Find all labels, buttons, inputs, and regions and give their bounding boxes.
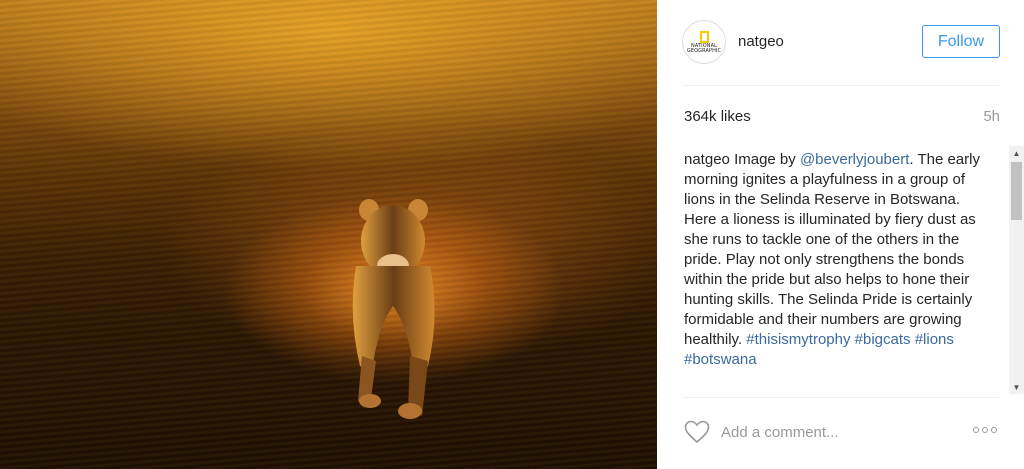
heart-icon[interactable] bbox=[684, 420, 710, 444]
header-divider bbox=[683, 85, 999, 86]
avatar[interactable]: NATIONAL GEOGRAPHIC bbox=[682, 20, 726, 64]
hashtag-botswana[interactable]: #botswana bbox=[684, 351, 757, 368]
likes-count[interactable]: 364k likes bbox=[684, 108, 751, 125]
post-header: NATIONAL GEOGRAPHIC natgeo Follow bbox=[657, 0, 1024, 86]
scroll-down-icon[interactable]: ▼ bbox=[1009, 380, 1024, 394]
comment-bar bbox=[657, 398, 1024, 469]
more-dot bbox=[991, 427, 997, 433]
hashtag-bigcats[interactable]: #bigcats bbox=[855, 331, 911, 348]
more-options-icon[interactable] bbox=[973, 427, 997, 433]
caption-text-after: . The early morning ignites a playfulnes… bbox=[684, 151, 980, 348]
more-dot bbox=[982, 427, 988, 433]
comment-input[interactable] bbox=[721, 418, 941, 446]
post-caption: natgeo Image by @beverlyjoubert. The ear… bbox=[684, 150, 984, 386]
caption-text-before: Image by bbox=[734, 151, 800, 168]
caption-username[interactable]: natgeo bbox=[684, 151, 730, 168]
header-username[interactable]: natgeo bbox=[738, 33, 784, 50]
post-sidebar: NATIONAL GEOGRAPHIC natgeo Follow 364k l… bbox=[657, 0, 1024, 469]
scroll-up-icon[interactable]: ▲ bbox=[1009, 146, 1024, 160]
follow-button[interactable]: Follow bbox=[922, 25, 1000, 58]
hashtag-thisismytrophy[interactable]: #thisismytrophy bbox=[746, 331, 850, 348]
caption-scrollbar[interactable]: ▲ ▼ bbox=[1009, 146, 1024, 394]
more-dot bbox=[973, 427, 979, 433]
natgeo-logo-icon bbox=[699, 30, 709, 43]
post-photo[interactable] bbox=[0, 0, 657, 469]
post-time[interactable]: 5h bbox=[983, 108, 1000, 125]
hashtag-lions[interactable]: #lions bbox=[915, 331, 954, 348]
avatar-logo-line-2: GEOGRAPHIC bbox=[686, 47, 722, 54]
scroll-thumb[interactable] bbox=[1011, 162, 1022, 220]
lioness-image bbox=[352, 199, 435, 419]
caption-mention[interactable]: @beverlyjoubert bbox=[800, 151, 909, 168]
